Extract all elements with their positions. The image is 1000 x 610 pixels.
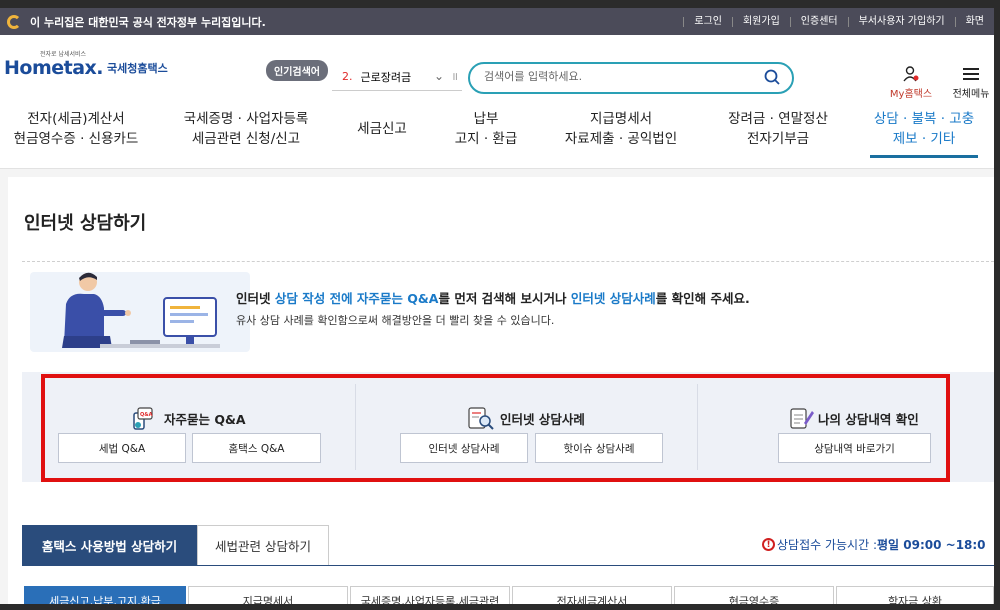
- nav-item-e-invoice[interactable]: 전자(세금)계산서 현금영수증 · 신용카드: [6, 109, 146, 149]
- nav-item-line1: 지급명세서: [589, 111, 653, 127]
- gov-banner: 이 누리집은 대한민국 공식 전자정부 누리집입니다. 로그인 회원가입 인증센…: [0, 8, 994, 35]
- nav-item-line2: 자료제출 · 공익법인: [564, 131, 678, 147]
- consultant-illustration: [62, 272, 220, 348]
- logo-tagline: 전자로 납세서비스: [40, 51, 87, 58]
- nav-item-consultation[interactable]: 상담 · 불복 · 고충 제보 · 기타: [862, 109, 986, 149]
- my-hometax-label: My홈택스: [889, 89, 933, 100]
- nav-item-line1: 세금신고: [357, 121, 407, 137]
- popular-search-label: 인기검색어: [266, 60, 328, 81]
- guide-line2: 유사 상담 사례를 확인함으로써 해결방안을 더 빨리 찾을 수 있습니다.: [236, 314, 555, 327]
- nav-item-line2: 제보 · 기타: [892, 131, 956, 147]
- guide-text-e: 를 확인해 주세요.: [655, 291, 750, 306]
- hometax-logo[interactable]: 전자로 납세서비스 Hometax. 국세청홈택스: [4, 51, 168, 79]
- nav-item-line1: 전자(세금)계산서: [27, 111, 125, 127]
- gov-notice: 이 누리집은 대한민국 공식 전자정부 누리집입니다.: [30, 15, 266, 29]
- my-hometax-button[interactable]: My홈택스: [884, 65, 938, 100]
- all-menu-label: 전체메뉴: [952, 89, 990, 100]
- hamburger-icon: [963, 68, 979, 80]
- logo-wordmark: Hometax.: [4, 57, 104, 79]
- nav-item-line2: 세금관련 신청/신고: [191, 131, 301, 147]
- pause-icon[interactable]: ॥: [451, 69, 458, 84]
- nav-item-line1: 장려금 · 연말정산: [728, 111, 828, 127]
- chevron-down-icon[interactable]: ⌄: [434, 69, 444, 83]
- guide-text-a: 인터넷: [236, 291, 275, 306]
- subtab-student-loan[interactable]: 학자금 상환: [836, 586, 994, 604]
- cert-center-link[interactable]: 인증센터: [789, 16, 848, 27]
- title-divider: [22, 261, 994, 262]
- guide-cases-highlight: 인터넷 상담사례: [570, 291, 656, 306]
- signup-link[interactable]: 회원가입: [731, 16, 790, 27]
- all-menu-button[interactable]: 전체메뉴: [948, 67, 994, 100]
- popular-search-ticker[interactable]: 2. 근로장려금 ⌄ ॥: [332, 63, 462, 91]
- subtab-e-invoice[interactable]: 전자세금계산서: [512, 586, 672, 604]
- popular-keyword[interactable]: 근로장려금: [361, 69, 412, 85]
- gov-emblem-icon: [7, 15, 21, 29]
- login-link[interactable]: 로그인: [683, 16, 732, 27]
- highlight-annotation-box: [41, 374, 950, 482]
- screen-link[interactable]: 화면: [954, 16, 994, 27]
- nav-item-line1: 상담 · 불복 · 고충: [873, 111, 975, 127]
- alert-icon: !: [762, 538, 775, 551]
- category-subtabs: 세금신고,납부,고지,환급 지급명세서 국세증명,사업자등록,세금관련 전자세금…: [22, 586, 994, 604]
- nav-item-line1: 납부: [473, 111, 499, 127]
- hours-time: 평일 09:00 ~18:0: [877, 538, 986, 552]
- main-nav: 전자(세금)계산서 현금영수증 · 신용카드 국세증명 · 사업자등록 세금관련…: [0, 105, 994, 167]
- tab-tax-law[interactable]: 세법관련 상담하기: [197, 525, 329, 565]
- nav-item-statements[interactable]: 지급명세서 자료제출 · 공익법인: [556, 109, 686, 149]
- consult-hours: ! 상담접수 가능시간 : 평일 09:00 ~18:0: [762, 536, 986, 553]
- dept-user-signup-link[interactable]: 부서사용자 가입하기: [847, 16, 955, 27]
- site-header: 전자로 납세서비스 Hometax. 국세청홈택스 인기검색어 2. 근로장려금…: [0, 35, 994, 105]
- guide-faq-highlight: 상담 작성 전에 자주묻는 Q&A: [274, 291, 439, 306]
- subtab-cash-receipt[interactable]: 현금영수증: [674, 586, 834, 604]
- user-icon: [903, 66, 919, 82]
- subtab-certificates[interactable]: 국세증명,사업자등록,세금관련: [350, 586, 510, 604]
- nav-item-line2: 고지 · 환급: [454, 131, 518, 147]
- util-links: 로그인 회원가입 인증센터 부서사용자 가입하기 화면: [683, 8, 994, 35]
- guide-text-c: 를 먼저 검색해 보시거나: [438, 291, 571, 306]
- nav-item-line2: 전자기부금: [746, 131, 810, 147]
- subtab-statements[interactable]: 지급명세서: [188, 586, 348, 604]
- guide-line1: 인터넷 상담 작성 전에 자주묻는 Q&A를 먼저 검색해 보시거나 인터넷 상…: [236, 288, 750, 307]
- nav-item-incentives[interactable]: 장려금 · 연말정산 전자기부금: [716, 109, 840, 149]
- page-title: 인터넷 상담하기: [24, 213, 147, 234]
- subtab-tax-filing[interactable]: 세금신고,납부,고지,환급: [24, 586, 186, 604]
- popular-rank: 2.: [342, 70, 353, 83]
- nav-item-tax-return[interactable]: 세금신고: [340, 119, 424, 139]
- search-input[interactable]: [484, 70, 744, 83]
- hours-label: 상담접수 가능시간 :: [777, 538, 877, 552]
- search-icon[interactable]: [764, 69, 780, 85]
- tab-hometax-usage[interactable]: 홈택스 사용방법 상담하기: [22, 525, 197, 565]
- nav-item-line2: 현금영수증 · 신용카드: [13, 131, 139, 147]
- search-box: [468, 62, 794, 94]
- screenshot-frame: 이 누리집은 대한민국 공식 전자정부 누리집입니다. 로그인 회원가입 인증센…: [0, 0, 1000, 610]
- nav-item-certificates[interactable]: 국세증명 · 사업자등록 세금관련 신청/신고: [176, 109, 316, 149]
- active-nav-underline: [870, 155, 978, 158]
- nav-item-payment[interactable]: 납부 고지 · 환급: [446, 109, 526, 149]
- page: 이 누리집은 대한민국 공식 전자정부 누리집입니다. 로그인 회원가입 인증센…: [0, 8, 994, 604]
- nav-item-line1: 국세증명 · 사업자등록: [183, 111, 309, 127]
- logo-subtitle: 국세청홈택스: [107, 62, 168, 75]
- tab-underline: [22, 565, 994, 566]
